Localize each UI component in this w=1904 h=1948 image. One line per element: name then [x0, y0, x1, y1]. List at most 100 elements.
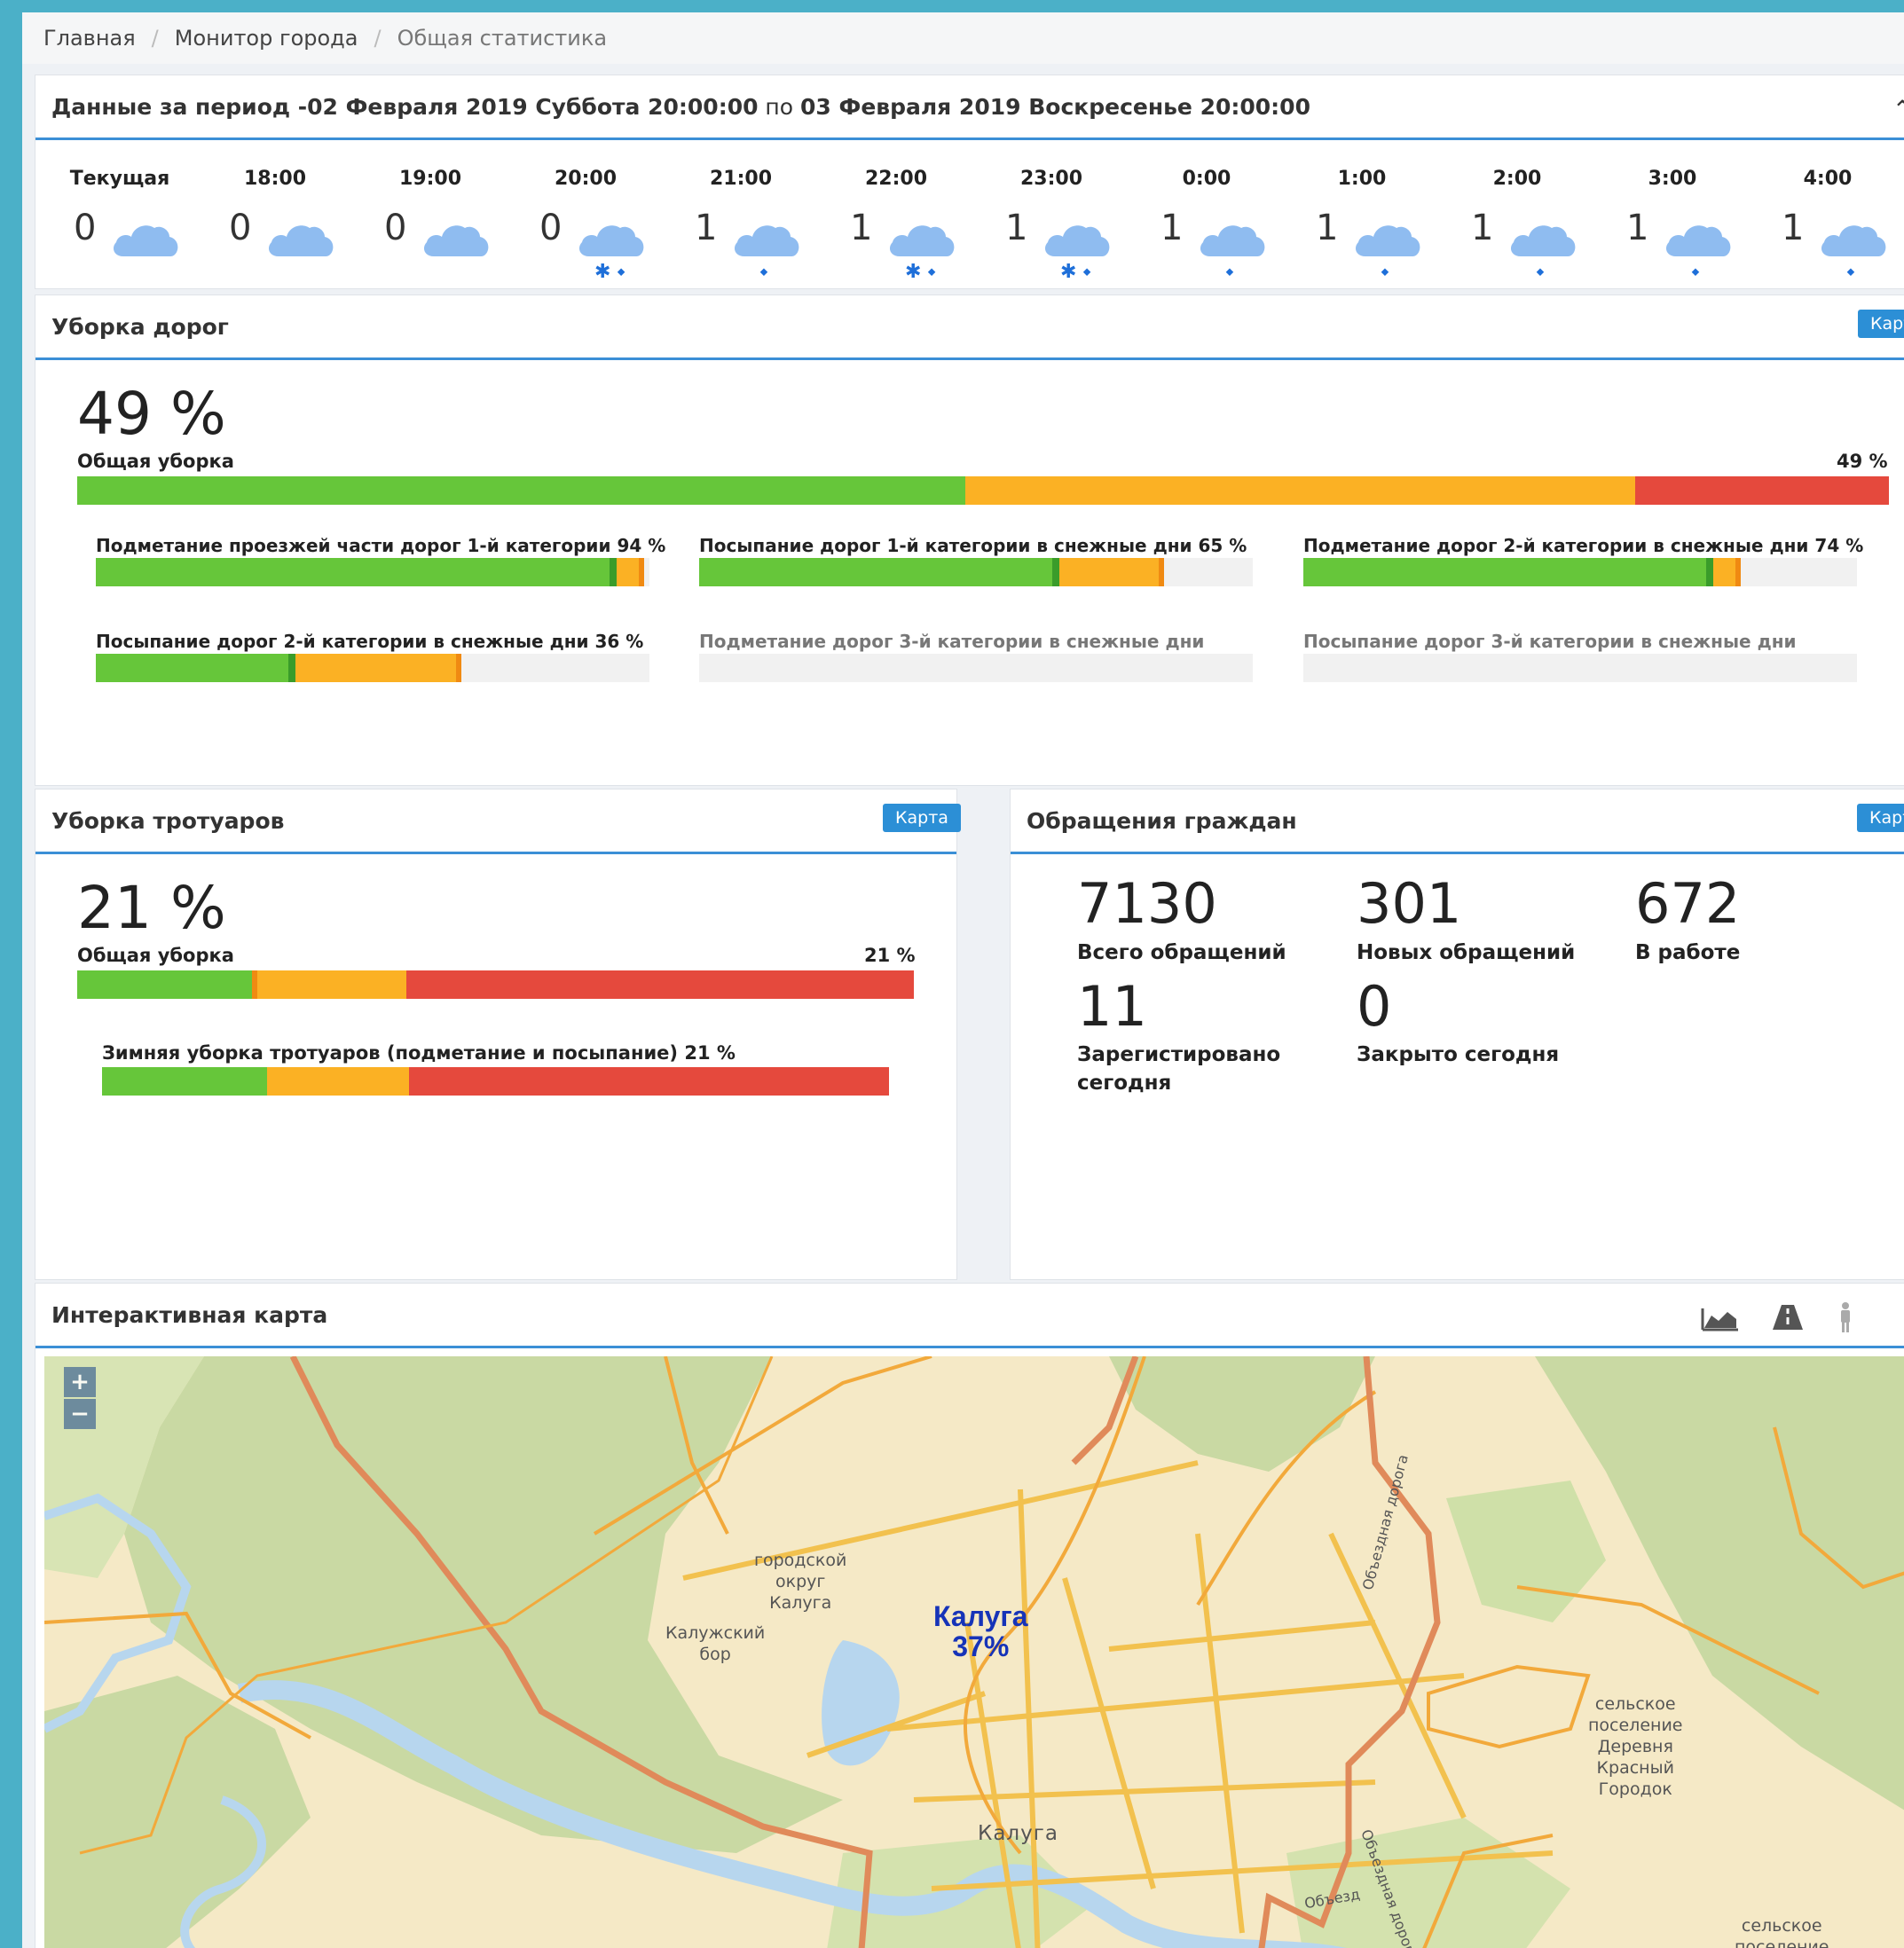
weather-time: 21:00	[709, 168, 773, 190]
weather-hour: 4:00 1 ⬩	[1766, 168, 1904, 292]
bar-divider	[609, 558, 617, 586]
weather-hour: Текущая 0	[58, 168, 217, 292]
weather-value: 1	[850, 208, 873, 248]
breadcrumb-home[interactable]: Главная	[43, 26, 136, 51]
roads-total-right-percent: 49 %	[1837, 451, 1888, 472]
appeals-map-button[interactable]: Карта	[1857, 804, 1904, 832]
roads-map-button[interactable]: Карта	[1858, 310, 1904, 338]
map-label-line: Калуга	[769, 1593, 832, 1613]
road-item-bar	[699, 654, 1253, 682]
weather-hour: 21:00 1 ⬩	[679, 168, 838, 292]
map-label-line: Красный	[1596, 1758, 1674, 1778]
weather-time: 1:00	[1337, 168, 1387, 190]
page-content: Главная / Монитор города / Общая статист…	[22, 12, 1904, 1948]
road-item-label: Посыпание дорог 3-й категории в снежные …	[1303, 631, 1797, 652]
map-label-rural-bottom: сельское поселение	[1735, 1915, 1829, 1948]
appeals-total-label: Всего обращений	[1077, 941, 1286, 964]
bar-green-segment	[77, 476, 965, 505]
map-label-rural: сельское поселение Деревня Красный Город…	[1588, 1693, 1682, 1800]
weather-hour: 23:00 1 ✱ ⬩	[989, 168, 1149, 292]
appeals-panel-header: Обращения граждан	[1011, 789, 1904, 854]
bar-divider	[455, 654, 461, 682]
cloud-icon	[1042, 219, 1112, 258]
road-item-percent: 94 %	[617, 535, 666, 556]
road-item-percent: 36 %	[594, 631, 644, 652]
road-item-name: Посыпание дорог 2-й категории в снежные …	[96, 631, 589, 652]
rain-icon: ⬩	[1847, 261, 1854, 283]
weather-hour: 22:00 1 ✱ ⬩	[834, 168, 994, 292]
road-item-bar	[96, 654, 649, 682]
sidewalks-title: Уборка тротуаров	[51, 807, 285, 834]
period-from: 02 Февраля 2019 Суббота 20:00:00	[307, 93, 759, 120]
weather-time: 3:00	[1648, 168, 1697, 190]
rain-icon: ⬩	[760, 261, 767, 283]
bar-divider	[1735, 558, 1741, 586]
bar-yellow-segment	[256, 970, 407, 999]
roads-panel-header: Уборка дорог	[35, 295, 1904, 360]
bar-red-segment	[408, 1067, 889, 1096]
collapse-icon[interactable]: ⌃	[1892, 95, 1904, 124]
sidewalks-total-right-percent: 21 %	[864, 945, 916, 966]
road-item-percent: 74 %	[1814, 535, 1864, 556]
snow-rain-icon: ✱ ⬩	[594, 261, 625, 283]
appeals-in-work-label: В работе	[1635, 941, 1741, 964]
cloud-icon	[1508, 219, 1577, 258]
interactive-map[interactable]: + − городской округ Калуга Калужский бор…	[44, 1356, 1904, 1948]
weather-time: 23:00	[1019, 168, 1083, 190]
registered-label-line: Зарегистировано	[1077, 1043, 1281, 1066]
period-prefix: Данные за период -	[51, 93, 308, 120]
sidewalks-total-percent: 21 %	[77, 874, 226, 942]
map-panel-header: Интерактивная карта	[35, 1284, 1904, 1348]
map-title: Интерактивная карта	[51, 1301, 328, 1328]
road-item-name: Посыпание дорог 3-й категории в снежные …	[1303, 631, 1797, 652]
snow-rain-icon: ✱ ⬩	[1060, 261, 1091, 283]
map-label-line: Городок	[1598, 1779, 1672, 1799]
weather-hour: 20:00 0 ✱ ⬩	[523, 168, 683, 292]
road-icon[interactable]	[1771, 1303, 1805, 1331]
weather-value: 1	[1782, 208, 1805, 248]
road-item-name: Подметание дорог 2-й категории в снежные…	[1303, 535, 1809, 556]
road-item-bar	[1303, 654, 1857, 682]
bar-yellow-segment	[267, 1067, 409, 1096]
map-label-district: городской округ Калуга	[754, 1550, 846, 1614]
zoom-in-button[interactable]: +	[64, 1367, 96, 1397]
weather-time: 18:00	[243, 168, 307, 190]
weather-value: 1	[695, 208, 718, 248]
weather-value: 1	[1626, 208, 1649, 248]
road-item-name: Подметание дорог 3-й категории в снежные…	[699, 631, 1205, 652]
bar-green-segment	[102, 1067, 268, 1096]
pedestrian-icon[interactable]	[1835, 1301, 1856, 1333]
weather-value: 0	[384, 208, 407, 248]
period-mid: по	[758, 93, 801, 120]
sidewalks-map-button[interactable]: Карта	[883, 804, 961, 832]
weather-value: 1	[1160, 208, 1184, 248]
cloud-icon	[421, 219, 491, 258]
weather-time: Текущая	[69, 168, 170, 190]
sidewalks-item-label: Зимняя уборка тротуаров (подметание и по…	[102, 1042, 736, 1064]
appeals-closed-label: Закрыто сегодня	[1357, 1043, 1560, 1066]
roads-total-label: Общая уборка	[77, 451, 234, 472]
weather-hour: 18:00 0	[213, 168, 373, 292]
roads-total-bar	[77, 476, 1889, 505]
road-item-bar	[1303, 558, 1857, 586]
road-item-label: Посыпание дорог 2-й категории в снежные …	[96, 631, 643, 652]
breadcrumb-monitor[interactable]: Монитор города	[175, 26, 358, 51]
weather-time: 0:00	[1182, 168, 1231, 190]
bar-divider	[638, 558, 644, 586]
sidewalks-item-bar	[102, 1067, 889, 1096]
appeals-registered-label: Зарегистировано сегодня	[1077, 1041, 1280, 1097]
breadcrumb-separator: /	[151, 26, 159, 51]
road-item-percent: 65 %	[1198, 535, 1247, 556]
roads-title: Уборка дорог	[51, 313, 229, 340]
weather-panel-header: Данные за период - 02 Февраля 2019 Суббо…	[35, 75, 1904, 140]
zoom-out-button[interactable]: −	[64, 1399, 96, 1429]
map-city-stat[interactable]: Калуга 37%	[933, 1601, 1028, 1661]
road-item-bar	[96, 558, 649, 586]
map-label-line: сельское	[1741, 1916, 1822, 1936]
cloud-icon	[887, 219, 956, 258]
rain-icon: ⬩	[1537, 261, 1544, 283]
weather-value: 0	[74, 208, 97, 248]
cloud-icon	[1664, 219, 1733, 258]
area-chart-icon[interactable]	[1701, 1305, 1740, 1331]
weather-value: 1	[1316, 208, 1339, 248]
